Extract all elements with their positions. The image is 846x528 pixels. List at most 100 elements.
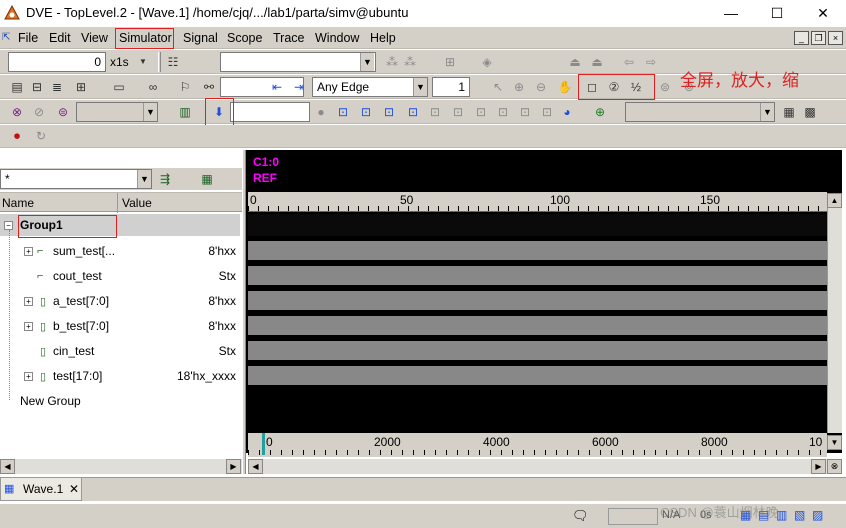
chevron-down-icon[interactable]: ▼ [143, 103, 157, 121]
vertical-scrollbar[interactable] [827, 208, 842, 433]
menu-file[interactable]: File [18, 31, 38, 45]
sim-time-field[interactable]: 0 [8, 52, 106, 72]
close-button[interactable]: ✕ [800, 0, 846, 26]
zoom-fit-icon[interactable]: ⊜ [656, 78, 674, 96]
record-icon[interactable]: ⏺ [8, 127, 26, 145]
trace-icon[interactable]: ∞ [144, 78, 162, 96]
tab-wave-1[interactable]: ▦ Wave.1 ✕ [0, 478, 82, 501]
schematic-icon[interactable]: ⊟ [28, 78, 46, 96]
step-icon-5[interactable]: ⊡ [426, 103, 444, 121]
name-column-header[interactable]: Name [2, 196, 34, 210]
menu-window[interactable]: Window [315, 31, 359, 45]
menu-scope[interactable]: Scope [227, 31, 262, 45]
tree-row[interactable]: New Group [0, 390, 240, 412]
step-icon[interactable]: ⊞ [441, 53, 459, 71]
display-mode-icon[interactable]: ▦ [198, 170, 216, 188]
find-next-icon[interactable]: ⁂ [401, 53, 419, 71]
next-edge-icon[interactable]: ⇥ [290, 78, 308, 96]
document-icon[interactable]: ▤ [8, 78, 26, 96]
driver-icon[interactable]: ⚐ [176, 78, 194, 96]
forward-icon[interactable]: ⊘ [30, 103, 48, 121]
mdi-close-button[interactable]: × [828, 31, 843, 45]
scroll-right-icon[interactable]: ▶ [811, 459, 826, 474]
list-icon[interactable]: ⊜ [54, 103, 72, 121]
compare-icon[interactable]: ▩ [801, 103, 819, 121]
mdi-restore-button[interactable]: ❐ [811, 31, 826, 45]
restart-icon[interactable]: ◕ [558, 103, 576, 121]
status-icon-4[interactable]: ▧ [794, 508, 805, 522]
time-unit-select[interactable]: x1s [110, 55, 129, 69]
run-icon[interactable]: ● [312, 103, 330, 121]
forward-arrow-icon[interactable]: ⇨ [642, 53, 660, 71]
zoom-out-icon[interactable]: ⊖ [532, 78, 550, 96]
edge-count-field[interactable]: 1 [432, 77, 470, 97]
chevron-down-icon[interactable]: ▼ [760, 103, 774, 121]
filter-input[interactable]: * [0, 169, 152, 189]
signal-row[interactable]: ⌐ cout_test Stx [0, 265, 240, 287]
minimize-button[interactable]: — [708, 0, 754, 26]
scroll-down-icon[interactable]: ▼ [827, 435, 842, 450]
refresh-icon[interactable]: ↻ [32, 127, 50, 145]
wave-horizontal-scrollbar[interactable] [262, 459, 827, 474]
upload-icon[interactable]: ⏏ [566, 53, 584, 71]
signal-search-combo[interactable] [220, 52, 376, 72]
back-icon[interactable]: ⊗ [8, 103, 26, 121]
signal-row[interactable]: + ▯ b_test[7:0] 8'hxx [0, 315, 240, 337]
chevron-down-icon[interactable]: ▼ [413, 78, 427, 96]
scroll-left-icon[interactable]: ◀ [0, 459, 15, 474]
bookmark-icon[interactable]: ◈ [478, 53, 496, 71]
signal-row[interactable]: + ▯ test[17:0] 18'hx_xxxx [0, 365, 240, 387]
maximize-button[interactable]: ☐ [754, 0, 800, 26]
grid-icon[interactable]: ▦ [780, 103, 798, 121]
collapse-icon[interactable]: − [4, 221, 13, 230]
binoculars-icon[interactable]: ⚯ [200, 78, 218, 96]
step-icon-6[interactable]: ⊡ [449, 103, 467, 121]
prev-edge-icon[interactable]: ⇤ [268, 78, 286, 96]
scroll-right-icon[interactable]: ▶ [226, 459, 241, 474]
step-icon-8[interactable]: ⊡ [494, 103, 512, 121]
zoom-in-icon[interactable]: ⊕ [510, 78, 528, 96]
pointer-icon[interactable]: ↖ [489, 78, 507, 96]
step-icon-4[interactable]: ⊡ [404, 103, 422, 121]
edge-type-select[interactable]: Any Edge [312, 77, 428, 97]
step-icon-2[interactable]: ⊡ [357, 103, 375, 121]
pan-hand-icon[interactable]: ✋ [556, 78, 574, 96]
expand-icon[interactable]: + [24, 247, 33, 256]
filter-mode-icon[interactable]: ⇶ [156, 170, 174, 188]
step-icon-7[interactable]: ⊡ [472, 103, 490, 121]
command-field[interactable] [230, 102, 310, 122]
signal-row[interactable]: ▯ cin_test Stx [0, 340, 240, 362]
mdi-window-icon[interactable]: ⇱ [2, 32, 10, 43]
mdi-minimize-button[interactable]: _ [794, 31, 809, 45]
add-marker-icon[interactable]: ⊕ [591, 103, 609, 121]
step-icon-9[interactable]: ⊡ [516, 103, 534, 121]
tab-close-icon[interactable]: ✕ [69, 482, 79, 496]
tree-icon[interactable]: ⊞ [72, 78, 90, 96]
horizontal-scrollbar[interactable] [0, 459, 242, 474]
step-icon-1[interactable]: ⊡ [334, 103, 352, 121]
chevron-down-icon[interactable]: ▼ [137, 170, 151, 188]
menu-edit[interactable]: Edit [49, 31, 71, 45]
zoom-corner-icon[interactable]: ⊗ [827, 459, 842, 474]
signal-row[interactable]: + ⌐ sum_test[... 8'hxx [0, 240, 240, 262]
console-icon[interactable]: 🗨 [572, 508, 589, 524]
chevron-down-icon[interactable]: ▼ [360, 53, 374, 71]
expand-icon[interactable]: + [24, 322, 33, 331]
menu-signal[interactable]: Signal [183, 31, 218, 45]
eject-icon[interactable]: ⏏ [588, 53, 606, 71]
scroll-left-icon[interactable]: ◀ [248, 459, 263, 474]
step-icon-10[interactable]: ⊡ [538, 103, 556, 121]
menu-view[interactable]: View [81, 31, 108, 45]
expand-icon[interactable]: + [24, 297, 33, 306]
value-column-header[interactable]: Value [122, 196, 152, 210]
signal-row[interactable]: + ▯ a_test[7:0] 8'hxx [0, 290, 240, 312]
status-icon-5[interactable]: ▨ [812, 508, 823, 522]
step-over-icon[interactable]: ▥ [176, 103, 194, 121]
marker-select[interactable] [625, 102, 775, 122]
window-icon[interactable]: ▭ [110, 78, 128, 96]
expand-icon[interactable]: + [24, 372, 33, 381]
toolbar-grip[interactable] [158, 52, 161, 72]
dropdown-icon[interactable]: ▼ [134, 53, 152, 71]
signal-list-icon[interactable]: ☷ [164, 53, 182, 71]
list-view-icon[interactable]: ≣ [48, 78, 66, 96]
